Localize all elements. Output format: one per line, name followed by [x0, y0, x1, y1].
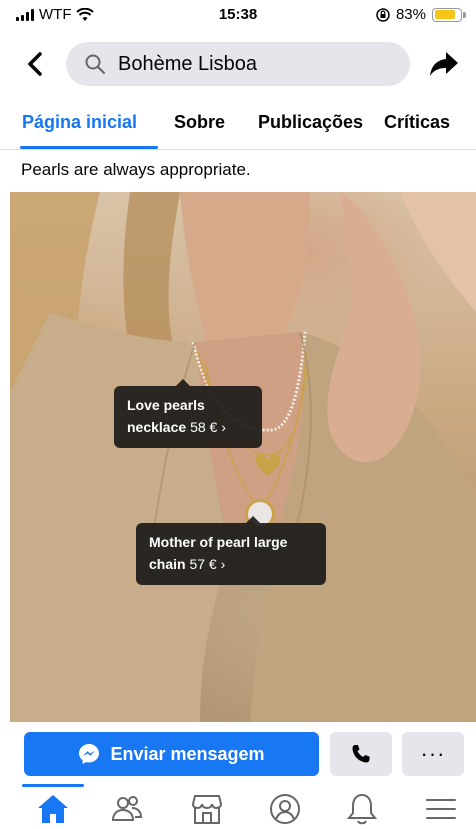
product-name-line2: chain	[149, 556, 186, 572]
active-nav-indicator	[22, 784, 84, 787]
marketplace-icon[interactable]	[190, 792, 224, 826]
product-name-line1: Mother of pearl large	[149, 534, 288, 550]
home-icon[interactable]	[36, 792, 70, 826]
battery-icon	[432, 7, 466, 22]
status-bar: WTF 15:38 83%	[0, 0, 476, 30]
product-tag[interactable]: Love pearls necklace 58 € ›	[114, 379, 262, 448]
profile-icon[interactable]	[268, 792, 302, 826]
messenger-icon	[79, 744, 100, 764]
product-name-line1: Love pearls	[127, 397, 205, 413]
tab-about[interactable]: Sobre	[174, 112, 225, 133]
call-button[interactable]	[330, 732, 392, 776]
menu-icon[interactable]	[424, 792, 458, 826]
active-tab-indicator	[20, 146, 158, 149]
product-price: 58 € ›	[190, 419, 226, 435]
notifications-icon[interactable]	[345, 792, 379, 826]
battery-percent: 83%	[395, 6, 426, 23]
product-tag[interactable]: Mother of pearl large chain 57 € ›	[136, 516, 326, 585]
phone-icon	[352, 745, 370, 763]
battery-fill	[434, 10, 456, 19]
product-name-line2: necklace	[127, 419, 187, 435]
tab-home[interactable]: Página inicial	[22, 112, 137, 133]
search-value: Bohème Lisboa	[118, 52, 257, 75]
post-caption: Pearls are always appropriate.	[21, 160, 251, 179]
more-options-button[interactable]: ···	[402, 732, 464, 776]
send-message-label: Enviar mensagem	[110, 743, 265, 764]
bottom-navigation	[0, 784, 476, 829]
post-photo[interactable]: Love pearls necklace 58 € › Mother of pe…	[10, 192, 476, 722]
photo-illustration	[10, 192, 476, 722]
search-icon	[85, 54, 105, 74]
page-tabs: Página inicial Sobre Publicações Crítica…	[0, 100, 476, 150]
friends-icon[interactable]	[110, 792, 144, 826]
tab-posts[interactable]: Publicações	[258, 112, 363, 133]
chevron-left-icon[interactable]	[18, 46, 54, 82]
send-message-button[interactable]: Enviar mensagem	[24, 732, 319, 776]
product-price: 57 € ›	[189, 556, 226, 572]
search-bar[interactable]: Bohème Lisboa	[66, 42, 410, 86]
status-right: 83%	[376, 6, 466, 23]
action-bar: Enviar mensagem ···	[0, 729, 476, 779]
share-arrow-icon[interactable]	[428, 48, 460, 80]
top-bar: Bohème Lisboa	[0, 36, 476, 90]
tab-reviews[interactable]: Críticas	[384, 112, 450, 133]
orientation-lock-icon	[376, 7, 390, 22]
